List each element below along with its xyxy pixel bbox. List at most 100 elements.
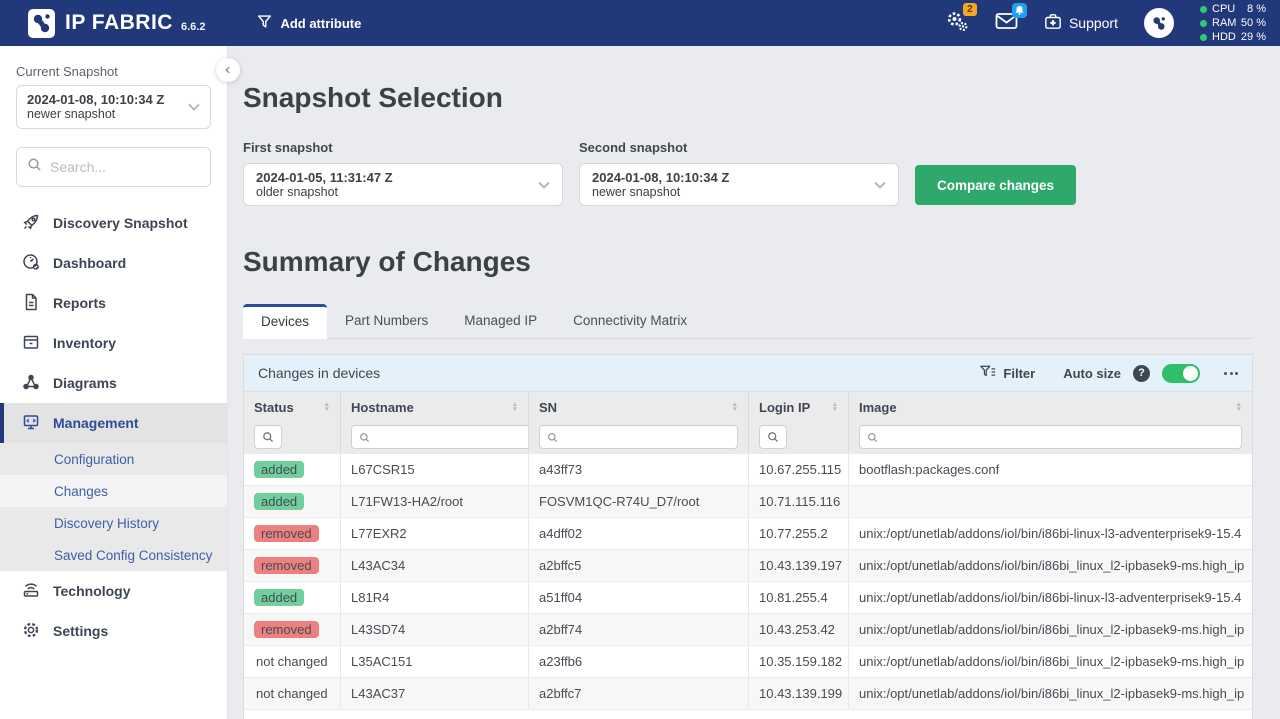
status-search-button[interactable] [254, 425, 282, 449]
tabs-bar: Devices Part Numbers Managed IP Connecti… [243, 304, 1253, 339]
compare-changes-button[interactable]: Compare changes [915, 165, 1076, 205]
hdd-stat: HDD 29 % [1200, 31, 1266, 44]
column-header-status[interactable]: Status ▲▼ [244, 392, 341, 422]
sidebar-collapse-button[interactable] [216, 58, 240, 82]
user-avatar[interactable] [1144, 8, 1174, 38]
sidebar-item-settings[interactable]: Settings [0, 611, 227, 651]
search-input[interactable] [50, 159, 190, 175]
table-row[interactable]: added L81R4 a51ff04 10.81.255.4 unix:/op… [244, 582, 1252, 614]
brand[interactable]: IP FABRIC 6.6.2 [28, 9, 205, 38]
cell-sn: a2bffc5 [529, 550, 749, 581]
second-snapshot-label: Second snapshot [579, 140, 899, 155]
table-row[interactable]: added L71FW13-HA2/root FOSVM1QC-R74U_D7/… [244, 486, 1252, 518]
table-row[interactable]: removed L77EXR2 a4dff02 10.77.255.2 unix… [244, 518, 1252, 550]
cell-sn: a23ffb6 [529, 646, 749, 677]
cell-sn: a43ff73 [529, 454, 749, 485]
table-row[interactable]: not changed L43AC37 a2bffc7 10.43.139.19… [244, 678, 1252, 710]
summary-title: Summary of Changes [243, 246, 1253, 278]
sidebar-item-technology[interactable]: Technology [0, 571, 227, 611]
sidebar-item-label: Discovery Snapshot [53, 215, 188, 231]
cell-login-ip: 10.67.255.115 [749, 454, 849, 485]
cell-hostname: L67CSR15 [341, 454, 529, 485]
cell-image: unix:/opt/unetlab/addons/iol/bin/i86bi_l… [849, 678, 1252, 709]
sidebar-item-changes[interactable]: Changes [0, 475, 227, 507]
changes-table-card: Changes in devices Filter Auto size ? [243, 354, 1253, 719]
sidebar-item-inventory[interactable]: Inventory [0, 323, 227, 363]
login-ip-search-button[interactable] [759, 425, 787, 449]
submenu-item-label: Saved Config Consistency [54, 548, 212, 563]
sidebar-item-reports[interactable]: Reports [0, 283, 227, 323]
sidebar-item-diagrams[interactable]: Diagrams [0, 363, 227, 403]
status-badge: removed [254, 525, 319, 542]
search-icon [27, 157, 42, 177]
image-search-input[interactable] [884, 430, 1234, 444]
sidebar-item-label: Technology [53, 583, 131, 599]
cell-image: unix:/opt/unetlab/addons/iol/bin/i86bi-l… [849, 518, 1252, 549]
cell-sn: a4dff02 [529, 518, 749, 549]
second-snapshot-value: 2024-01-08, 10:10:34 Z [592, 170, 729, 185]
sidebar: Current Snapshot 2024-01-08, 10:10:34 Z … [0, 46, 228, 719]
cell-image: unix:/opt/unetlab/addons/iol/bin/i86bi_l… [849, 614, 1252, 645]
gauge-icon [22, 253, 40, 274]
sort-icon[interactable]: ▲▼ [832, 402, 838, 412]
tab-managed-ip[interactable]: Managed IP [446, 304, 555, 338]
stat-label: HDD [1212, 31, 1236, 44]
first-snapshot-select[interactable]: 2024-01-05, 11:31:47 Z older snapshot [243, 163, 563, 206]
settings-notification-badge: 2 [963, 3, 977, 16]
messages-button[interactable] [995, 12, 1018, 35]
system-stats: CPU 8 % RAM 50 % HDD 29 % [1200, 3, 1266, 44]
filter-button[interactable]: Filter [980, 365, 1035, 382]
hostname-search-field[interactable] [351, 425, 529, 449]
sn-search-field[interactable] [539, 425, 738, 449]
stat-label: CPU [1212, 3, 1235, 16]
sidebar-item-configuration[interactable]: Configuration [0, 443, 227, 475]
hostname-search-input[interactable] [376, 430, 529, 444]
chevron-down-icon [874, 181, 886, 189]
funnel-icon [257, 14, 272, 32]
table-row[interactable]: added L67CSR15 a43ff73 10.67.255.115 boo… [244, 454, 1252, 486]
cell-login-ip: 10.77.255.2 [749, 518, 849, 549]
add-attribute-button[interactable]: Add attribute [257, 14, 361, 32]
system-settings-button[interactable]: 2 [945, 10, 969, 37]
sidebar-item-discovery-history[interactable]: Discovery History [0, 507, 227, 539]
sort-icon[interactable]: ▲▼ [1236, 402, 1242, 412]
gear-icon [22, 621, 40, 642]
sn-search-input[interactable] [564, 430, 730, 444]
table-row[interactable]: removed L43AC34 a2bffc5 10.43.139.197 un… [244, 550, 1252, 582]
cell-image: unix:/opt/unetlab/addons/iol/bin/i86bi-l… [849, 582, 1252, 613]
tab-connectivity-matrix[interactable]: Connectivity Matrix [555, 304, 705, 338]
sort-icon[interactable]: ▲▼ [512, 402, 518, 412]
column-header-image[interactable]: Image ▲▼ [849, 392, 1252, 422]
image-search-field[interactable] [859, 425, 1242, 449]
current-snapshot-select[interactable]: 2024-01-08, 10:10:34 Z newer snapshot [16, 85, 211, 129]
tab-part-numbers[interactable]: Part Numbers [327, 304, 446, 338]
auto-size-toggle[interactable] [1162, 364, 1200, 383]
sidebar-item-management[interactable]: Management [0, 403, 227, 443]
cell-sn: FOSVM1QC-R74U_D7/root [529, 486, 749, 517]
second-snapshot-select[interactable]: 2024-01-08, 10:10:34 Z newer snapshot [579, 163, 899, 206]
column-header-hostname[interactable]: Hostname ▲▼ [341, 392, 529, 422]
sidebar-item-dashboard[interactable]: Dashboard [0, 243, 227, 283]
tab-devices[interactable]: Devices [243, 304, 327, 339]
filter-list-icon [980, 365, 996, 382]
sidebar-item-saved-config-consistency[interactable]: Saved Config Consistency [0, 539, 227, 571]
second-snapshot-subtitle: newer snapshot [592, 185, 729, 200]
chevron-down-icon [188, 103, 200, 111]
cell-login-ip: 10.43.253.42 [749, 614, 849, 645]
table-row[interactable]: not changed L35AC151 a23ffb6 10.35.159.1… [244, 646, 1252, 678]
more-options-icon[interactable] [1224, 372, 1238, 375]
stat-label: RAM [1212, 17, 1236, 30]
column-header-sn[interactable]: SN ▲▼ [529, 392, 749, 422]
sort-icon[interactable]: ▲▼ [732, 402, 738, 412]
status-dot-icon [1200, 34, 1207, 41]
sort-icon[interactable]: ▲▼ [324, 402, 330, 412]
first-aid-icon [1044, 13, 1062, 33]
column-header-login-ip[interactable]: Login IP ▲▼ [749, 392, 849, 422]
table-body: added L67CSR15 a43ff73 10.67.255.115 boo… [244, 454, 1252, 710]
status-badge: not changed [254, 654, 330, 669]
sidebar-search[interactable] [16, 147, 211, 187]
sidebar-item-discovery-snapshot[interactable]: Discovery Snapshot [0, 203, 227, 243]
support-button[interactable]: Support [1044, 13, 1118, 33]
table-row[interactable]: removed L43SD74 a2bff74 10.43.253.42 uni… [244, 614, 1252, 646]
help-icon[interactable]: ? [1133, 365, 1150, 382]
